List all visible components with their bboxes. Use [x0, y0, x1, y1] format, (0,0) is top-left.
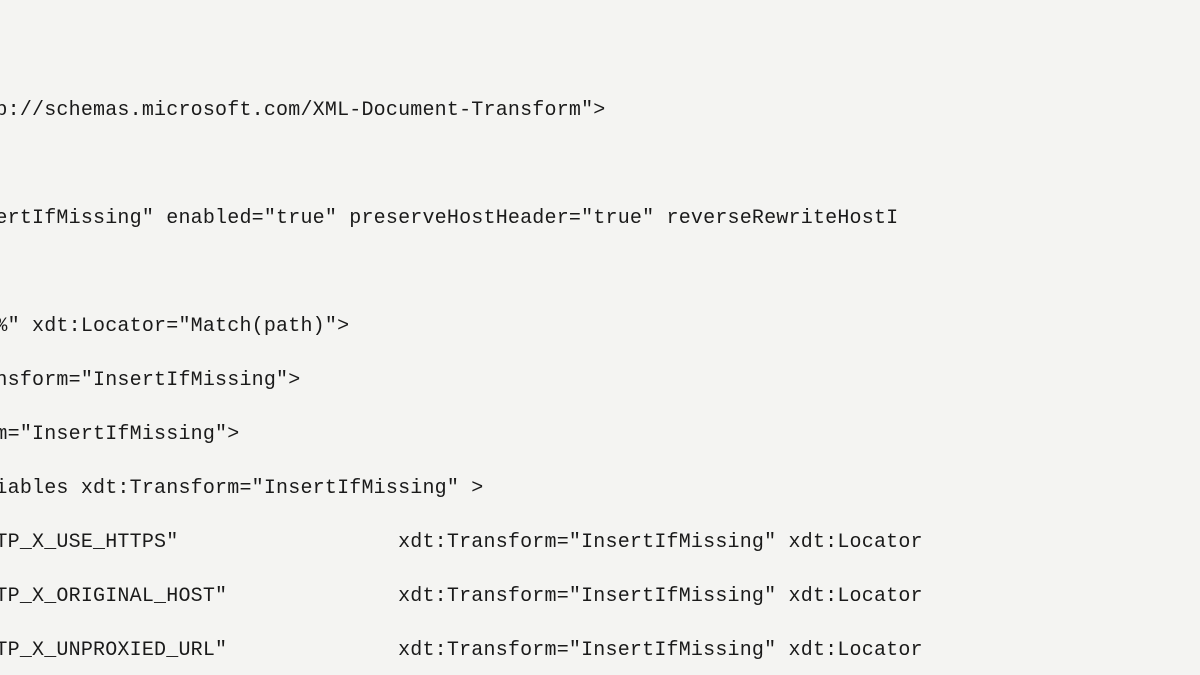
code-line-servervars-open: rverVariables xdt:Transform="InsertIfMis…: [0, 475, 972, 502]
code-block: dt="http://schemas.microsoft.com/XML-Doc…: [0, 0, 1200, 675]
code-line-ns: dt="http://schemas.microsoft.com/XML-Doc…: [0, 97, 972, 124]
code-line-rm: rm="InsertIfMissing" enabled="true" pres…: [0, 205, 972, 232]
code-line-locator: ITENAME%" xdt:Locator="Match(path)">: [0, 313, 972, 340]
code-line-var-3: ame="HTTP_X_UNPROXIED_URL" xdt:Transform…: [0, 637, 972, 664]
code-line-transform-1: xdt:Transform="InsertIfMissing">: [0, 367, 972, 394]
code-line-transform-2: ransform="InsertIfMissing">: [0, 421, 972, 448]
code-lines: dt="http://schemas.microsoft.com/XML-Doc…: [0, 70, 972, 675]
blank-line: [0, 259, 972, 286]
code-line-var-2: ame="HTTP_X_ORIGINAL_HOST" xdt:Transform…: [0, 583, 972, 610]
blank-line: [0, 151, 972, 178]
code-line-var-1: ame="HTTP_X_USE_HTTPS" xdt:Transform="In…: [0, 529, 972, 556]
